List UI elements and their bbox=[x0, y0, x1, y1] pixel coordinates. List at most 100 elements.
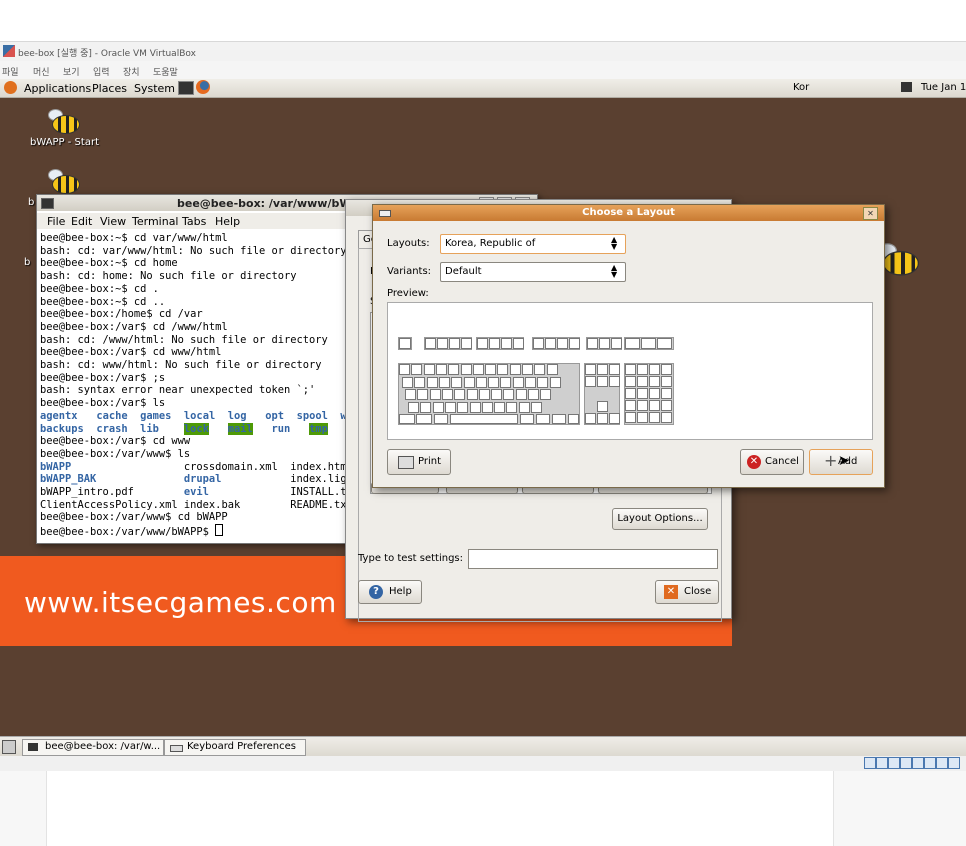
vm-status-icon[interactable] bbox=[900, 757, 912, 769]
type-to-test-input[interactable] bbox=[468, 549, 718, 569]
keyboard-key bbox=[402, 376, 413, 388]
terminal-menu-tabs[interactable]: Tabs bbox=[182, 215, 206, 228]
taskbar-keyboard-preferences[interactable]: Keyboard Preferences bbox=[164, 739, 306, 756]
panel-places-menu[interactable]: Places bbox=[92, 82, 127, 95]
keyboard-key bbox=[625, 400, 636, 411]
keyboard-key bbox=[536, 414, 550, 424]
help-icon: ? bbox=[369, 585, 383, 599]
keyboard-key bbox=[533, 338, 544, 349]
vm-status-icon[interactable] bbox=[948, 757, 960, 769]
firefox-launcher-icon[interactable] bbox=[196, 80, 210, 94]
layout-options-button[interactable]: Layout Options... bbox=[612, 508, 708, 530]
choose-layout-dialog[interactable]: Choose a Layout ✕ Layouts: Korea, Republ… bbox=[372, 204, 885, 488]
banner-url: www.itsecgames.com bbox=[24, 586, 337, 619]
host-menu-devices[interactable]: 장치 bbox=[123, 65, 140, 78]
keyboard-key bbox=[506, 401, 518, 413]
keyboard-key bbox=[585, 364, 596, 375]
desktop-icon-label[interactable]: b bbox=[28, 197, 34, 208]
close-icon: ✕ bbox=[664, 585, 678, 599]
keyboard-key bbox=[525, 376, 536, 388]
keyboard-key bbox=[661, 364, 672, 375]
vm-status-icon[interactable] bbox=[888, 757, 900, 769]
layouts-combo[interactable]: Korea, Republic of ▲ ▼ bbox=[440, 234, 626, 254]
keyboard-key bbox=[625, 376, 636, 387]
vm-status-icon[interactable] bbox=[924, 757, 936, 769]
status-icons bbox=[864, 757, 964, 769]
panel-applications-menu[interactable]: Applications bbox=[24, 82, 91, 95]
keyboard-diagram bbox=[398, 333, 688, 425]
keyboard-key bbox=[457, 401, 469, 413]
text-cursor bbox=[215, 524, 224, 537]
keyboard-key bbox=[429, 389, 441, 400]
print-button[interactable]: Print bbox=[387, 449, 451, 475]
top-panel: Applications Places System Kor Tue Jan 1… bbox=[0, 79, 966, 98]
taskbar-terminal[interactable]: bee@bee-box: /var/w... bbox=[22, 739, 164, 756]
keyboard-key bbox=[649, 400, 660, 411]
add-button[interactable]: + Add ➤ bbox=[809, 449, 873, 475]
keyboard-key bbox=[420, 401, 432, 413]
keyboard-key bbox=[609, 364, 620, 375]
keyboard-preview bbox=[387, 302, 873, 440]
keyboard-key bbox=[649, 364, 660, 375]
dir-entry: local bbox=[183, 409, 216, 422]
terminal-menu-help[interactable]: Help bbox=[215, 215, 240, 228]
vm-status-icon[interactable] bbox=[864, 757, 876, 769]
cancel-button[interactable]: ✕ Cancel bbox=[740, 449, 804, 475]
keyboard-key bbox=[405, 389, 416, 400]
variants-combo[interactable]: Default ▲ ▼ bbox=[440, 262, 626, 282]
file-entry: INSTALL.tx bbox=[290, 486, 353, 499]
dir-entry: games bbox=[140, 409, 172, 422]
bee-icon[interactable] bbox=[46, 109, 80, 135]
close-dialog-button[interactable]: ✕ Close bbox=[655, 580, 719, 604]
vm-status-icon[interactable] bbox=[876, 757, 888, 769]
keyboard-key bbox=[494, 401, 506, 413]
show-desktop-icon[interactable] bbox=[2, 740, 16, 754]
keyboard-key bbox=[416, 414, 432, 424]
help-label: Help bbox=[389, 586, 412, 597]
host-menu-machine[interactable]: 머신 bbox=[33, 65, 50, 78]
host-menu-view[interactable]: 보기 bbox=[63, 65, 80, 78]
host-menu-help[interactable]: 도움말 bbox=[153, 65, 178, 78]
keyboard-key bbox=[509, 364, 521, 375]
keyboard-key bbox=[432, 401, 444, 413]
host-menu-file[interactable]: 파일 bbox=[2, 65, 19, 78]
keyboard-key bbox=[497, 364, 509, 375]
keyboard-key bbox=[448, 364, 460, 375]
keyboard-key bbox=[501, 338, 512, 349]
panel-clock[interactable]: Tue Jan 12 bbox=[921, 82, 966, 93]
host-menu-input[interactable]: 입력 bbox=[93, 65, 110, 78]
panel-system-menu[interactable]: System bbox=[134, 82, 175, 95]
desktop-icon-label[interactable]: b bbox=[24, 257, 30, 268]
keyboard-key bbox=[500, 376, 512, 388]
terminal-menu-terminal[interactable]: Terminal bbox=[132, 215, 179, 228]
dir-entry-highlighted: tmp bbox=[309, 422, 328, 435]
network-icon[interactable] bbox=[901, 82, 912, 92]
keyboard-key bbox=[549, 376, 561, 388]
dir-entry: agentx bbox=[40, 409, 78, 422]
bottom-panel: bee@bee-box: /var/w... Keyboard Preferen… bbox=[0, 736, 966, 757]
keyboard-key bbox=[568, 414, 579, 424]
terminal-menu-edit[interactable]: Edit bbox=[71, 215, 92, 228]
desktop-icon-label[interactable]: bWAPP - Start bbox=[30, 137, 99, 148]
file-entry: index.ligh bbox=[290, 473, 353, 486]
vm-status-icon[interactable] bbox=[912, 757, 924, 769]
dialog-close-button[interactable]: ✕ bbox=[863, 207, 878, 220]
keyboard-key bbox=[423, 364, 435, 375]
keyboard-key bbox=[545, 338, 556, 349]
keyboard-key bbox=[460, 364, 472, 375]
keyboard-key bbox=[425, 338, 436, 349]
terminal-menu-view[interactable]: View bbox=[100, 215, 126, 228]
keyboard-key bbox=[587, 338, 598, 349]
choose-layout-title-bar[interactable]: Choose a Layout ✕ bbox=[373, 205, 884, 221]
taskbar-label: Keyboard Preferences bbox=[187, 741, 296, 752]
keyboard-key bbox=[408, 401, 419, 413]
help-button[interactable]: ? Help bbox=[358, 580, 422, 604]
vm-status-icon[interactable] bbox=[936, 757, 948, 769]
terminal-menu-file[interactable]: File bbox=[47, 215, 65, 228]
keyboard-key bbox=[478, 389, 490, 400]
bee-icon[interactable] bbox=[46, 169, 80, 195]
terminal-launcher-icon[interactable] bbox=[178, 81, 194, 95]
dir-entry: drupal bbox=[183, 473, 222, 486]
dir-entry: log bbox=[227, 409, 247, 422]
keyboard-indicator[interactable]: Kor bbox=[793, 82, 809, 93]
